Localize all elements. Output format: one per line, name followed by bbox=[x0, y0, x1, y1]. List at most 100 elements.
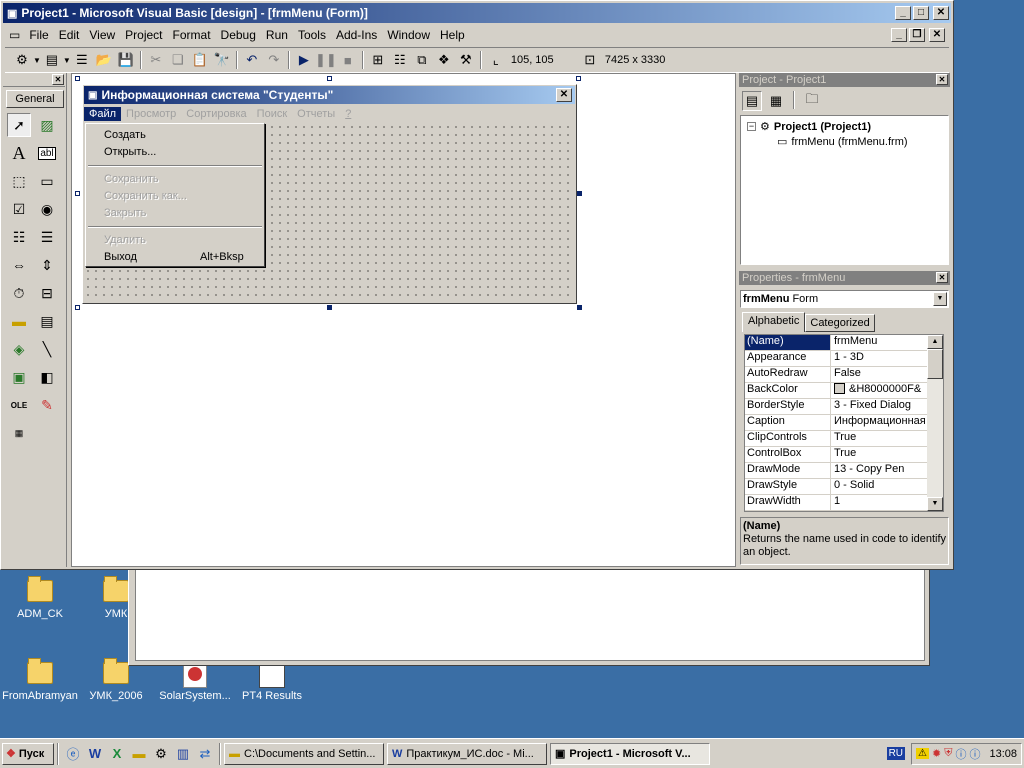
desktop-icon-pt4-results[interactable]: R PT4 Results bbox=[232, 662, 312, 702]
help-tray-icon[interactable]: ⓘ bbox=[969, 746, 980, 762]
property-row[interactable]: ClipControls True bbox=[745, 431, 943, 447]
hscrollbar-icon[interactable]: ⇔ bbox=[7, 253, 31, 277]
project-explorer-icon[interactable]: ⊞ bbox=[367, 49, 389, 71]
resize-handle[interactable] bbox=[75, 76, 80, 81]
child-close-button[interactable]: ✕ bbox=[929, 28, 945, 42]
word-icon[interactable]: W bbox=[84, 743, 106, 765]
ql-network-icon[interactable]: ⇄ bbox=[194, 743, 216, 765]
maximize-button[interactable]: □ bbox=[913, 6, 929, 20]
properties-panel-close-button[interactable]: ✕ bbox=[936, 272, 948, 283]
form-menu-sort[interactable]: Сортировка bbox=[181, 108, 251, 120]
tree-node-project1[interactable]: − ⚙ Project1 (Project1) bbox=[747, 120, 948, 133]
label-icon[interactable]: A bbox=[7, 141, 31, 165]
timer-icon[interactable]: ⏱ bbox=[7, 281, 31, 305]
antivirus-icon[interactable]: ⛨ bbox=[944, 747, 952, 760]
taskbar-button-vb[interactable]: ▣ Project1 - Microsoft V... bbox=[550, 742, 710, 765]
dirlistbox-icon[interactable]: ▬ bbox=[7, 309, 31, 333]
start-icon[interactable]: ▶ bbox=[293, 49, 315, 71]
data-icon[interactable]: ◧ bbox=[35, 365, 59, 389]
resize-handle[interactable] bbox=[75, 305, 80, 310]
form-menu-help[interactable]: ? bbox=[340, 108, 356, 120]
vscrollbar-icon[interactable]: ⇕ bbox=[35, 253, 59, 277]
menu-project[interactable]: Project bbox=[120, 28, 167, 42]
scroll-thumb[interactable] bbox=[927, 349, 943, 379]
toolbox-tab-general[interactable]: General bbox=[6, 90, 64, 108]
properties-window-icon[interactable]: ☷ bbox=[389, 49, 411, 71]
cut-icon[interactable]: ✂ bbox=[145, 49, 167, 71]
tree-node-frmmenu[interactable]: ▭ frmMenu (frmMenu.frm) bbox=[777, 135, 948, 149]
project-panel-close-button[interactable]: ✕ bbox=[936, 74, 948, 85]
menu-debug[interactable]: Debug bbox=[216, 28, 261, 42]
commandbutton-icon[interactable]: ▭ bbox=[35, 169, 59, 193]
picturebox-icon[interactable]: ▨ bbox=[35, 113, 59, 137]
filelistbox-icon[interactable]: ▤ bbox=[35, 309, 59, 333]
property-row[interactable]: DrawStyle 0 - Solid bbox=[745, 479, 943, 495]
tab-alphabetic[interactable]: Alphabetic bbox=[742, 312, 806, 332]
menu-item-exit[interactable]: Выход Alt+Bksp bbox=[86, 249, 264, 266]
resize-handle[interactable] bbox=[327, 305, 332, 310]
desktop-icon-fromabramyan[interactable]: FromAbramyan bbox=[0, 658, 80, 702]
chevron-down-icon[interactable]: ▼ bbox=[933, 292, 947, 306]
property-row[interactable]: Appearance 1 - 3D bbox=[745, 351, 943, 367]
project-panel-title[interactable]: Project - Project1 ✕ bbox=[739, 73, 950, 87]
menu-window[interactable]: Window bbox=[382, 28, 435, 42]
save-project-icon[interactable]: 💾 bbox=[115, 49, 137, 71]
property-row[interactable]: AutoRedraw False bbox=[745, 367, 943, 383]
tree-collapse-icon[interactable]: − bbox=[747, 122, 756, 131]
optionbutton-icon[interactable]: ◉ bbox=[35, 197, 59, 221]
open-project-icon[interactable]: 📂 bbox=[93, 49, 115, 71]
view-object-icon[interactable]: ▦ bbox=[766, 91, 786, 111]
form-menu-reports[interactable]: Отчеты bbox=[292, 108, 340, 120]
frame-icon[interactable]: ⬚ bbox=[7, 169, 31, 193]
form-layout-icon[interactable]: ⧉ bbox=[411, 49, 433, 71]
menu-item-open[interactable]: Открыть... bbox=[86, 144, 264, 161]
menu-view[interactable]: View bbox=[84, 28, 120, 42]
desktop-icon-umk-2006[interactable]: УМК_2006 bbox=[76, 658, 156, 702]
find-icon[interactable]: 🔭 bbox=[211, 49, 233, 71]
property-row[interactable]: BackColor &H8000000F& bbox=[745, 383, 943, 399]
end-icon[interactable]: ■ bbox=[337, 49, 359, 71]
taskbar-button-explorer[interactable]: ▬ C:\Documents and Settin... bbox=[224, 742, 384, 765]
resize-handle[interactable] bbox=[577, 191, 582, 196]
ql-app-icon[interactable]: ⚙ bbox=[150, 743, 172, 765]
copy-icon[interactable]: ❏ bbox=[167, 49, 189, 71]
child-restore-button[interactable]: ❐ bbox=[909, 28, 925, 42]
menu-help[interactable]: Help bbox=[435, 28, 470, 42]
property-row[interactable]: Caption Информационная с bbox=[745, 415, 943, 431]
child-minimize-button[interactable]: _ bbox=[891, 28, 907, 42]
break-icon[interactable]: ❚❚ bbox=[315, 49, 337, 71]
close-button[interactable]: ✕ bbox=[933, 6, 949, 20]
resize-handle[interactable] bbox=[327, 76, 332, 81]
ole-icon[interactable]: OLE bbox=[7, 393, 31, 417]
taskbar-button-word[interactable]: W Практикум_ИС.doc - Mi... bbox=[387, 742, 547, 765]
form-title-bar[interactable]: ▣ Информационная система "Студенты" ✕ bbox=[84, 86, 575, 104]
menu-format[interactable]: Format bbox=[168, 28, 216, 42]
menu-run[interactable]: Run bbox=[261, 28, 293, 42]
ie-icon[interactable]: ⓔ bbox=[62, 743, 84, 765]
clock[interactable]: 13:08 bbox=[989, 748, 1017, 760]
object-selector[interactable]: frmMenu Form ▼ bbox=[740, 290, 949, 308]
properties-panel-title[interactable]: Properties - frmMenu ✕ bbox=[739, 271, 950, 285]
resize-handle[interactable] bbox=[576, 76, 581, 81]
pointer-icon[interactable]: ➚ bbox=[7, 113, 31, 137]
property-row[interactable]: BorderStyle 3 - Fixed Dialog bbox=[745, 399, 943, 415]
form-close-button[interactable]: ✕ bbox=[556, 88, 572, 102]
form-menu-file[interactable]: Файл bbox=[84, 107, 122, 121]
tab-categorized[interactable]: Categorized bbox=[805, 314, 875, 332]
form-menu-view[interactable]: Просмотр bbox=[121, 108, 181, 120]
menu-editor-icon[interactable]: ☰ bbox=[71, 49, 93, 71]
info-icon[interactable]: ⓘ bbox=[955, 746, 966, 762]
ql-book-icon[interactable]: ▥ bbox=[172, 743, 194, 765]
property-row[interactable]: DrawWidth 1 bbox=[745, 495, 943, 511]
property-row[interactable]: DrawMode 13 - Copy Pen bbox=[745, 463, 943, 479]
menu-item-save[interactable]: Сохранить bbox=[86, 171, 264, 188]
start-button[interactable]: ❖ Пуск bbox=[2, 742, 54, 765]
form-menu-search[interactable]: Поиск bbox=[252, 108, 292, 120]
image-icon[interactable]: ▣ bbox=[7, 365, 31, 389]
add-form-icon[interactable]: ▤ bbox=[41, 49, 63, 71]
add-project-icon[interactable]: ⚙ bbox=[11, 49, 33, 71]
object-browser-icon[interactable]: ❖ bbox=[433, 49, 455, 71]
toggle-folders-icon[interactable]: 🗀 bbox=[802, 91, 822, 111]
properties-scrollbar[interactable]: ▲ ▼ bbox=[927, 335, 943, 511]
property-row[interactable]: (Name) frmMenu bbox=[745, 335, 943, 351]
